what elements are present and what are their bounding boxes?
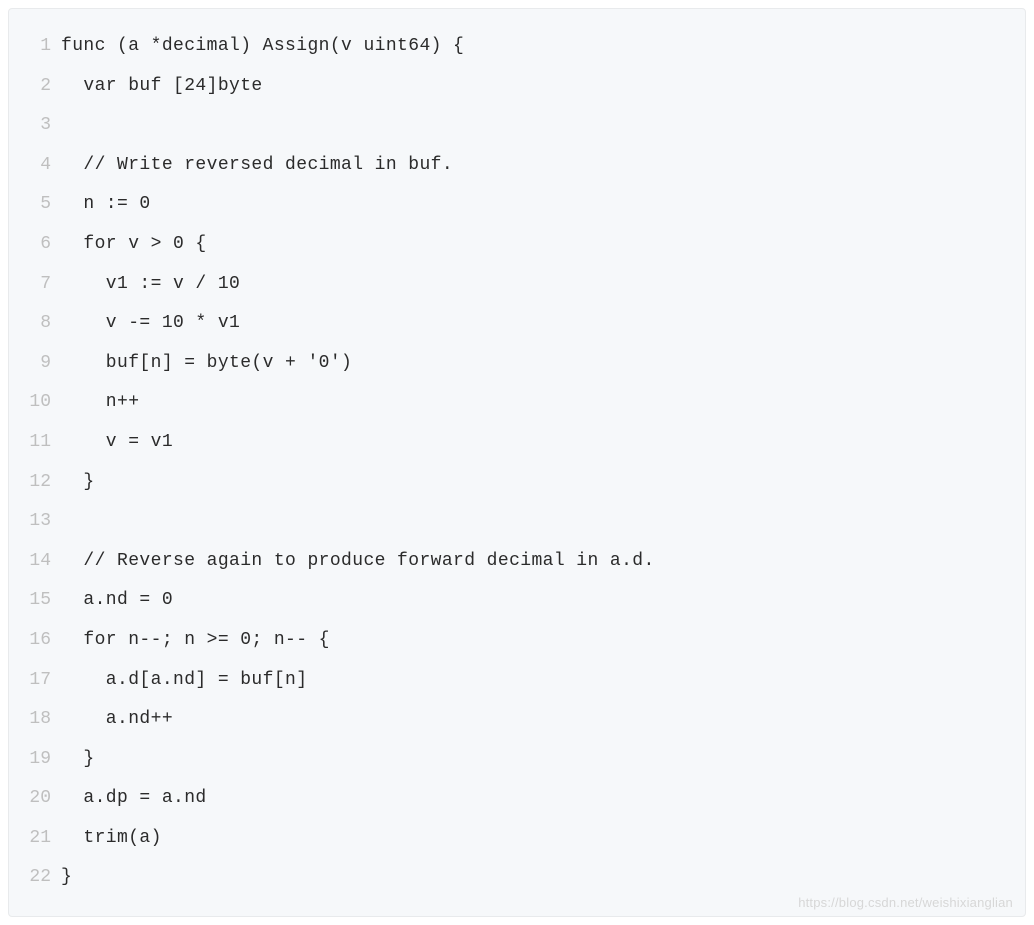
line-number: 6 [9,225,61,265]
code-text: for v > 0 { [61,225,207,265]
code-text: trim(a) [61,819,162,859]
line-number: 21 [9,819,61,859]
code-text: a.dp = a.nd [61,779,207,819]
watermark: https://blog.csdn.net/weishixianglian [798,895,1013,910]
code-line: 5 n := 0 [9,185,1025,225]
line-number: 12 [9,463,61,503]
code-lines: 1func (a *decimal) Assign(v uint64) { 2 … [9,27,1025,898]
code-line: 21 trim(a) [9,819,1025,859]
code-line: 1func (a *decimal) Assign(v uint64) { [9,27,1025,67]
line-number: 5 [9,185,61,225]
code-line: 8 v -= 10 * v1 [9,304,1025,344]
code-text: a.nd = 0 [61,581,173,621]
code-text: v -= 10 * v1 [61,304,240,344]
line-number: 2 [9,67,61,107]
code-text: func (a *decimal) Assign(v uint64) { [61,27,464,67]
code-text: a.nd++ [61,700,173,740]
code-line: 14 // Reverse again to produce forward d… [9,542,1025,582]
code-text: v1 := v / 10 [61,265,240,305]
code-line: 22} [9,858,1025,898]
line-number: 4 [9,146,61,186]
code-line: 19 } [9,740,1025,780]
line-number: 7 [9,265,61,305]
line-number: 1 [9,27,61,67]
code-text: n++ [61,383,139,423]
line-number: 18 [9,700,61,740]
line-number: 3 [9,106,61,146]
line-number: 16 [9,621,61,661]
code-text: n := 0 [61,185,151,225]
line-number: 22 [9,858,61,898]
line-number: 11 [9,423,61,463]
line-number: 10 [9,383,61,423]
line-number: 19 [9,740,61,780]
code-text: var buf [24]byte [61,67,263,107]
code-line: 7 v1 := v / 10 [9,265,1025,305]
code-text: // Write reversed decimal in buf. [61,146,453,186]
line-number: 14 [9,542,61,582]
code-line: 20 a.dp = a.nd [9,779,1025,819]
code-text: a.d[a.nd] = buf[n] [61,661,307,701]
line-number: 15 [9,581,61,621]
code-line: 13 [9,502,1025,542]
line-number: 9 [9,344,61,384]
code-line: 15 a.nd = 0 [9,581,1025,621]
code-text: v = v1 [61,423,173,463]
line-number: 17 [9,661,61,701]
line-number: 8 [9,304,61,344]
code-text: buf[n] = byte(v + '0') [61,344,352,384]
code-text: // Reverse again to produce forward deci… [61,542,655,582]
code-line: 12 } [9,463,1025,503]
code-text: for n--; n >= 0; n-- { [61,621,330,661]
code-line: 9 buf[n] = byte(v + '0') [9,344,1025,384]
code-line: 6 for v > 0 { [9,225,1025,265]
code-line: 18 a.nd++ [9,700,1025,740]
code-line: 2 var buf [24]byte [9,67,1025,107]
code-line: 3 [9,106,1025,146]
code-line: 11 v = v1 [9,423,1025,463]
code-text: } [61,858,72,898]
code-line: 10 n++ [9,383,1025,423]
code-text: } [61,463,95,503]
line-number: 20 [9,779,61,819]
code-line: 16 for n--; n >= 0; n-- { [9,621,1025,661]
code-line: 4 // Write reversed decimal in buf. [9,146,1025,186]
code-block: 1func (a *decimal) Assign(v uint64) { 2 … [8,8,1026,917]
code-text: } [61,740,95,780]
code-line: 17 a.d[a.nd] = buf[n] [9,661,1025,701]
line-number: 13 [9,502,61,542]
